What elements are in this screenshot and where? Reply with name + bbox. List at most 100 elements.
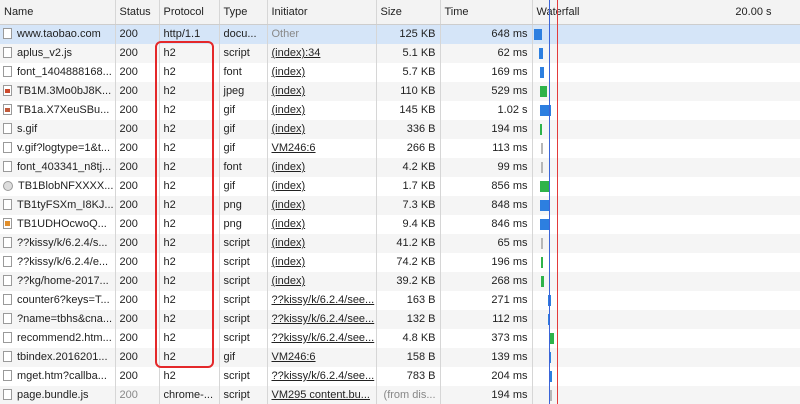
initiator-link[interactable]: (index) <box>272 218 306 230</box>
cell-name[interactable]: TB1a.X7XeuSBu... <box>0 101 116 120</box>
cell-initiator[interactable]: (index) <box>267 82 377 101</box>
cell-name[interactable]: font_403341_n8tj... <box>0 158 116 177</box>
initiator-link[interactable]: (index) <box>272 123 306 135</box>
cell-name[interactable]: TB1BlobNFXXXX... <box>0 177 116 196</box>
cell-waterfall[interactable] <box>532 120 800 139</box>
initiator-link[interactable]: ??kissy/k/6.2.4/see... <box>272 294 375 306</box>
table-row[interactable]: v.gif?logtype=1&t... 200 h2 gif VM246:6 266 B… <box>0 139 800 158</box>
cell-name[interactable]: ?name=tbhs&cna... <box>0 310 116 329</box>
table-row[interactable]: TB1UDHOcwoQ... 200 h2 png (index) 9.4 KB 846 m… <box>0 215 800 234</box>
cell-initiator[interactable]: ??kissy/k/6.2.4/see... <box>267 291 377 310</box>
cell-waterfall[interactable] <box>532 82 800 101</box>
cell-name[interactable]: TB1M.3Mo0bJ8K... <box>0 82 116 101</box>
cell-name[interactable]: ??kissy/k/6.2.4/s... <box>0 234 116 253</box>
column-header-initiator[interactable]: Initiator <box>267 0 377 25</box>
cell-initiator[interactable]: ??kissy/k/6.2.4/see... <box>267 310 377 329</box>
cell-name[interactable]: TB1UDHOcwoQ... <box>0 215 116 234</box>
column-header-name[interactable]: Name <box>0 0 116 25</box>
cell-name[interactable]: ??kissy/k/6.2.4/e... <box>0 253 116 272</box>
cell-waterfall[interactable] <box>532 196 800 215</box>
cell-waterfall[interactable] <box>532 44 800 63</box>
cell-waterfall[interactable] <box>532 24 800 44</box>
column-header-waterfall[interactable]: Waterfall 20.00 s <box>532 0 800 25</box>
table-row[interactable]: TB1a.X7XeuSBu... 200 h2 gif (index) 145 KB 1.0… <box>0 101 800 120</box>
initiator-link[interactable]: (index):34 <box>272 47 321 59</box>
initiator-link[interactable]: (index) <box>272 237 306 249</box>
cell-waterfall[interactable] <box>532 63 800 82</box>
cell-name[interactable]: tbindex.2016201... <box>0 348 116 367</box>
initiator-link[interactable]: (index) <box>272 275 306 287</box>
cell-waterfall[interactable] <box>532 291 800 310</box>
cell-waterfall[interactable] <box>532 253 800 272</box>
table-row[interactable]: ??kissy/k/6.2.4/e... 200 h2 script (index) 74… <box>0 253 800 272</box>
table-row[interactable]: TB1tyFSXm_I8KJ... 200 h2 png (index) 7.3 KB 84… <box>0 196 800 215</box>
initiator-link[interactable]: (index) <box>272 85 306 97</box>
cell-waterfall[interactable] <box>532 367 800 386</box>
cell-name[interactable]: aplus_v2.js <box>0 44 116 63</box>
cell-name[interactable]: TB1tyFSXm_I8KJ... <box>0 196 116 215</box>
initiator-link[interactable]: ??kissy/k/6.2.4/see... <box>272 313 375 325</box>
table-row[interactable]: font_1404888168... 200 h2 font (index) 5.7 KB… <box>0 63 800 82</box>
cell-name[interactable]: www.taobao.com <box>0 24 116 44</box>
cell-initiator[interactable]: (index) <box>267 196 377 215</box>
cell-waterfall[interactable] <box>532 139 800 158</box>
cell-waterfall[interactable] <box>532 329 800 348</box>
initiator-link[interactable]: (index) <box>272 199 306 211</box>
table-row[interactable]: mget.htm?callba... 200 h2 script ??kissy/k/6… <box>0 367 800 386</box>
table-row[interactable]: counter6?keys=T... 200 h2 script ??kissy/k/6… <box>0 291 800 310</box>
cell-name[interactable]: recommend2.htm... <box>0 329 116 348</box>
cell-initiator[interactable]: (index) <box>267 234 377 253</box>
cell-waterfall[interactable] <box>532 386 800 404</box>
table-row[interactable]: s.gif 200 h2 gif (index) 336 B 194 ms <box>0 120 800 139</box>
column-header-size[interactable]: Size <box>376 0 441 25</box>
cell-initiator[interactable]: VM295 content.bu... <box>267 386 377 404</box>
table-row[interactable]: font_403341_n8tj... 200 h2 font (index) 4.2 K… <box>0 158 800 177</box>
cell-waterfall[interactable] <box>532 234 800 253</box>
cell-name[interactable]: mget.htm?callba... <box>0 367 116 386</box>
table-row[interactable]: recommend2.htm... 200 h2 script ??kissy/k/6.… <box>0 329 800 348</box>
initiator-link[interactable]: (index) <box>272 66 306 78</box>
cell-initiator[interactable]: (index) <box>267 158 377 177</box>
initiator-link[interactable]: (index) <box>272 180 306 192</box>
cell-waterfall[interactable] <box>532 272 800 291</box>
initiator-link[interactable]: VM246:6 <box>272 351 316 363</box>
initiator-link[interactable]: ??kissy/k/6.2.4/see... <box>272 370 375 382</box>
initiator-link[interactable]: (index) <box>272 104 306 116</box>
initiator-link[interactable]: (index) <box>272 256 306 268</box>
table-row[interactable]: ??kissy/k/6.2.4/s... 200 h2 script (index) 41… <box>0 234 800 253</box>
table-row[interactable]: ?name=tbhs&cna... 200 h2 script ??kissy/k/6.… <box>0 310 800 329</box>
column-header-time[interactable]: Time <box>440 0 533 25</box>
table-row[interactable]: tbindex.2016201... 200 h2 gif VM246:6 158 B 13… <box>0 348 800 367</box>
table-row[interactable]: TB1M.3Mo0bJ8K... 200 h2 jpeg (index) 110 KB 52… <box>0 82 800 101</box>
cell-name[interactable]: page.bundle.js <box>0 386 116 404</box>
cell-name[interactable]: ??kg/home-2017... <box>0 272 116 291</box>
cell-initiator[interactable]: (index) <box>267 272 377 291</box>
cell-waterfall[interactable] <box>532 177 800 196</box>
cell-initiator[interactable]: (index):34 <box>267 44 377 63</box>
column-header-status[interactable]: Status <box>115 0 160 25</box>
cell-initiator[interactable]: (index) <box>267 101 377 120</box>
cell-waterfall[interactable] <box>532 348 800 367</box>
initiator-link[interactable]: VM295 content.bu... <box>272 389 370 401</box>
cell-initiator[interactable]: ??kissy/k/6.2.4/see... <box>267 329 377 348</box>
cell-waterfall[interactable] <box>532 158 800 177</box>
cell-initiator[interactable]: (index) <box>267 63 377 82</box>
cell-name[interactable]: v.gif?logtype=1&t... <box>0 139 116 158</box>
cell-initiator[interactable]: (index) <box>267 120 377 139</box>
cell-initiator[interactable]: (index) <box>267 177 377 196</box>
cell-name[interactable]: counter6?keys=T... <box>0 291 116 310</box>
cell-initiator[interactable]: VM246:6 <box>267 139 377 158</box>
cell-initiator[interactable]: (index) <box>267 215 377 234</box>
cell-initiator[interactable]: VM246:6 <box>267 348 377 367</box>
table-row[interactable]: aplus_v2.js 200 h2 script (index):34 5.1 KB 62… <box>0 44 800 63</box>
table-row[interactable]: TB1BlobNFXXXX... 200 h2 gif (index) 1.7 KB 856… <box>0 177 800 196</box>
cell-initiator[interactable]: ??kissy/k/6.2.4/see... <box>267 367 377 386</box>
cell-waterfall[interactable] <box>532 215 800 234</box>
initiator-link[interactable]: (index) <box>272 161 306 173</box>
column-header-type[interactable]: Type <box>219 0 268 25</box>
cell-name[interactable]: font_1404888168... <box>0 63 116 82</box>
column-header-protocol[interactable]: Protocol <box>159 0 220 25</box>
cell-name[interactable]: s.gif <box>0 120 116 139</box>
cell-waterfall[interactable] <box>532 310 800 329</box>
initiator-link[interactable]: VM246:6 <box>272 142 316 154</box>
